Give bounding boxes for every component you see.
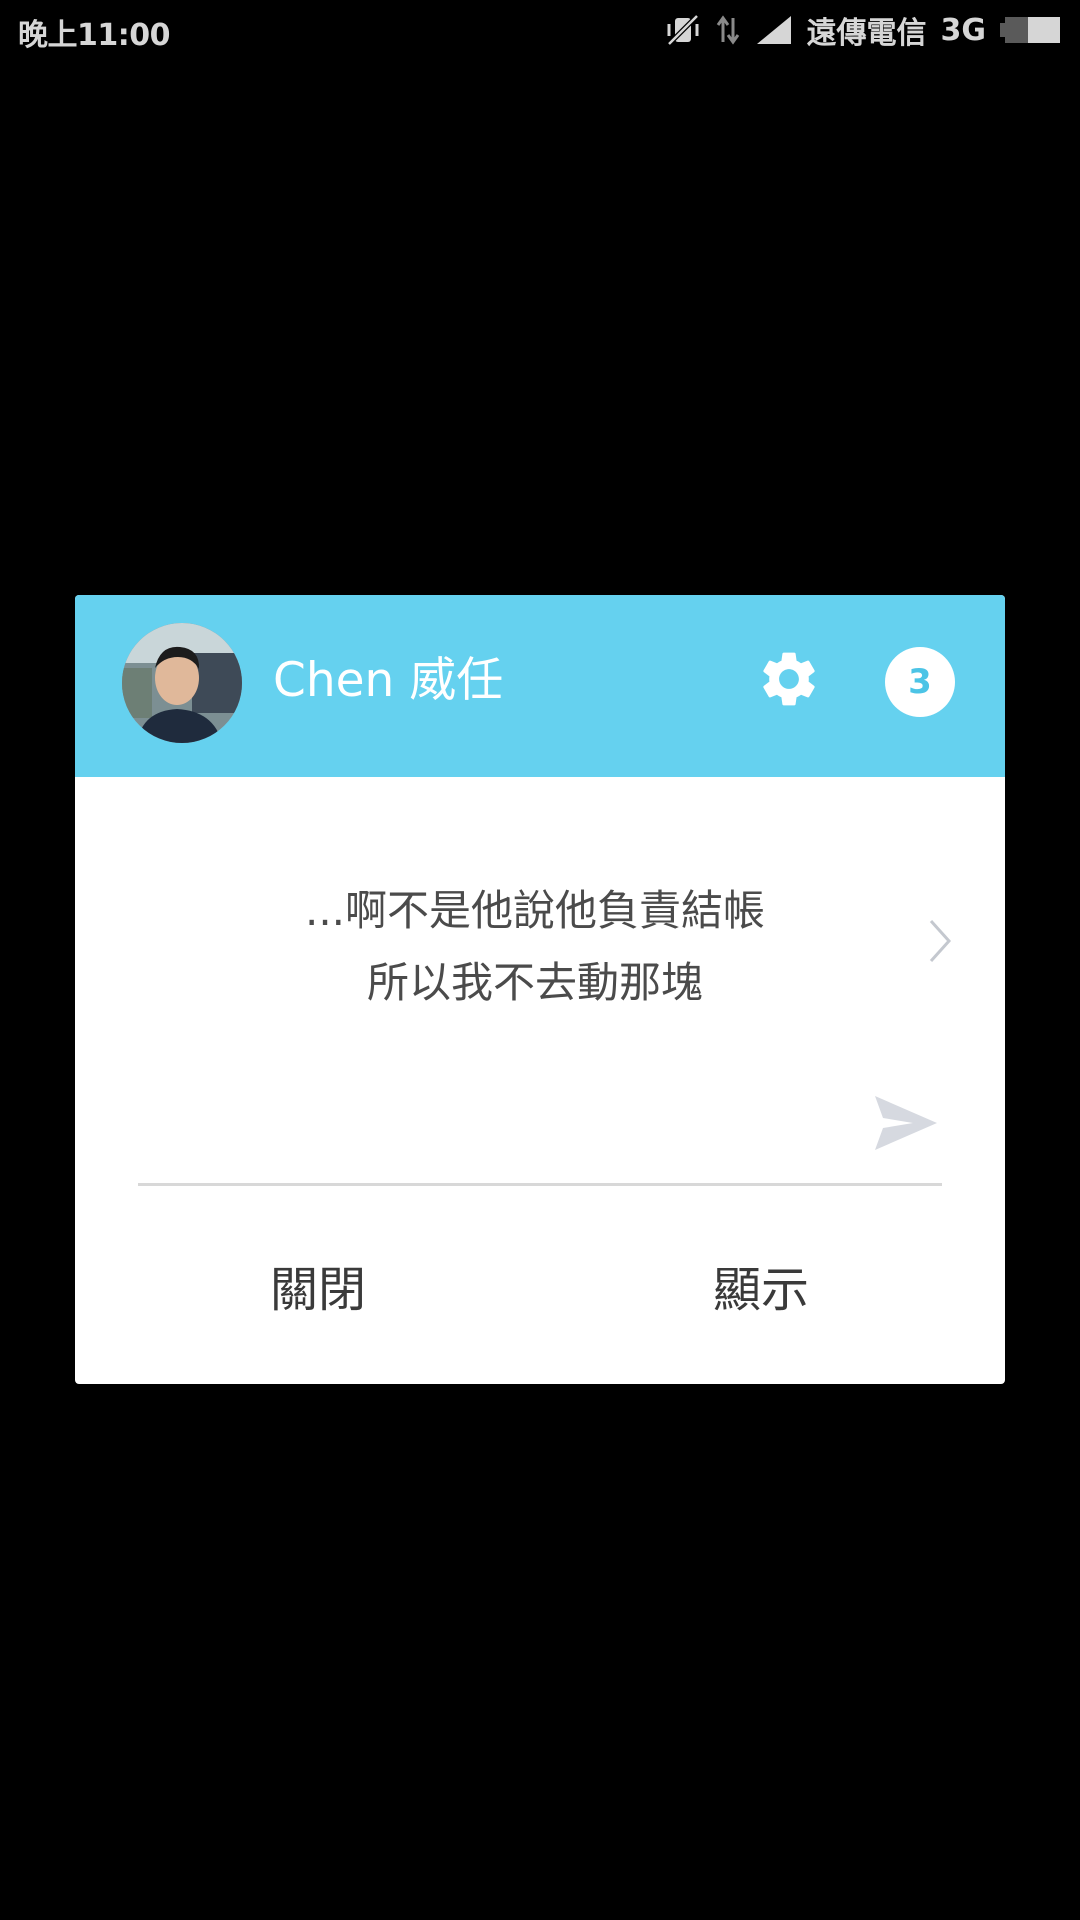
muted-vibrate-icon <box>665 12 701 48</box>
carrier-name: 遠傳電信 <box>806 16 927 51</box>
avatar[interactable] <box>122 623 242 743</box>
chevron-right-icon <box>925 916 955 970</box>
send-button[interactable] <box>870 1093 942 1157</box>
data-arrows-icon <box>715 12 741 48</box>
popup-header: Chen 威任 3 <box>75 595 1005 777</box>
message-line: ...啊不是他說他負責結帳 <box>304 886 766 935</box>
unread-count-badge[interactable]: 3 <box>885 647 955 717</box>
show-button[interactable]: 顯示 <box>611 1235 911 1335</box>
message-line: 所以我不去動那塊 <box>366 958 703 1007</box>
signal-icon <box>755 14 793 46</box>
status-bar: 晚上11:00 遠傳電信 3G <box>0 0 1080 60</box>
network-type: 3G <box>940 12 987 48</box>
status-icons: 遠傳電信 3G <box>665 8 1063 52</box>
gear-icon <box>756 646 822 716</box>
quick-reply-popup: Chen 威任 3 ...啊不是他說他負責結帳 所以我不去動那塊 關閉 顯示 <box>75 595 1005 1384</box>
reply-input-underline <box>138 1183 942 1186</box>
settings-button[interactable] <box>755 647 823 715</box>
sender-name: Chen 威任 <box>273 653 504 708</box>
next-message-button[interactable] <box>915 913 965 973</box>
status-time: 晚上11:00 <box>18 18 171 53</box>
send-icon <box>873 1094 939 1156</box>
battery-icon <box>1000 15 1062 45</box>
reply-input[interactable] <box>138 1075 882 1155</box>
close-button[interactable]: 關閉 <box>168 1235 468 1335</box>
message-text: ...啊不是他說他負責結帳 所以我不去動那塊 <box>155 875 915 1019</box>
